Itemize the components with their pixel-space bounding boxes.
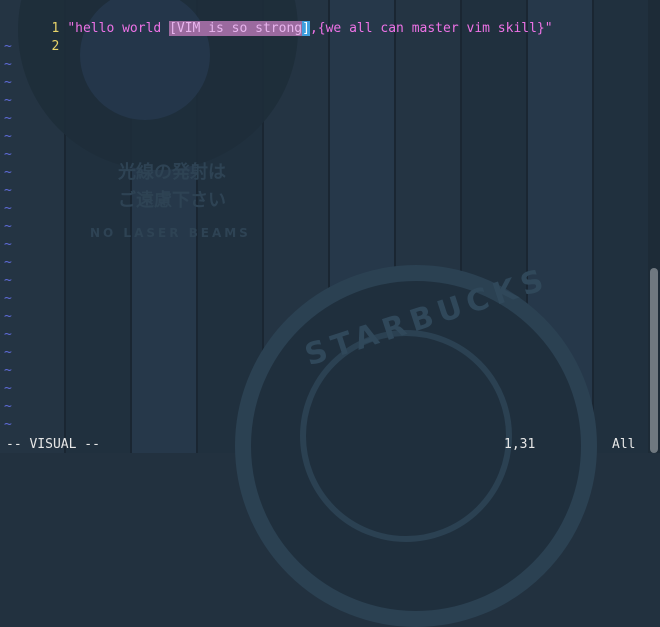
empty-line-tilde: ~: [4, 165, 12, 180]
empty-line-tilde: ~: [4, 255, 12, 270]
empty-line-tilde: ~: [4, 129, 12, 144]
empty-line-tilde: ~: [4, 219, 12, 234]
empty-line-tilde: ~: [4, 93, 12, 108]
line-number: 2: [51, 39, 60, 54]
mode-indicator: -- VISUAL --: [6, 437, 100, 452]
empty-line-tilde: ~: [4, 399, 12, 414]
empty-line-tilde: ~: [4, 39, 12, 54]
empty-line-tilde: ~: [4, 309, 12, 324]
empty-line-tilde: ~: [4, 111, 12, 126]
empty-line-tilde: ~: [4, 147, 12, 162]
vim-editor[interactable]: 1 "hello world [VIM is so strong],{we all…: [0, 0, 648, 453]
empty-line-tilde: ~: [4, 201, 12, 216]
empty-line-tilde: ~: [4, 273, 12, 288]
empty-line-tilde: ~: [4, 237, 12, 252]
empty-line-tilde: ~: [4, 183, 12, 198]
empty-line-tilde: ~: [4, 75, 12, 90]
scroll-percent: All: [612, 437, 636, 452]
scrollbar[interactable]: [648, 0, 660, 453]
empty-line-tilde: ~: [4, 327, 12, 342]
text-cursor: ]: [302, 21, 310, 36]
line-text-before-selection: "hello world: [67, 21, 170, 36]
status-bar: -- VISUAL -- 1,31 All: [0, 436, 648, 453]
empty-line-tilde: ~: [4, 345, 12, 360]
buffer-line-1[interactable]: 1 "hello world [VIM is so strong],{we all…: [0, 2, 553, 36]
empty-line-tilde: ~: [4, 57, 12, 72]
scrollbar-thumb[interactable]: [650, 268, 658, 453]
empty-line-tilde: ~: [4, 363, 12, 378]
empty-line-tilde: ~: [4, 417, 12, 432]
line-text-after-selection: ,{we all can master vim skill}": [309, 21, 553, 36]
buffer-line-2[interactable]: 2: [0, 20, 67, 54]
cursor-position: 1,31: [504, 437, 536, 452]
visual-selection: [VIM is so strong: [169, 21, 303, 36]
empty-line-tilde: ~: [4, 381, 12, 396]
empty-line-tilde: ~: [4, 291, 12, 306]
